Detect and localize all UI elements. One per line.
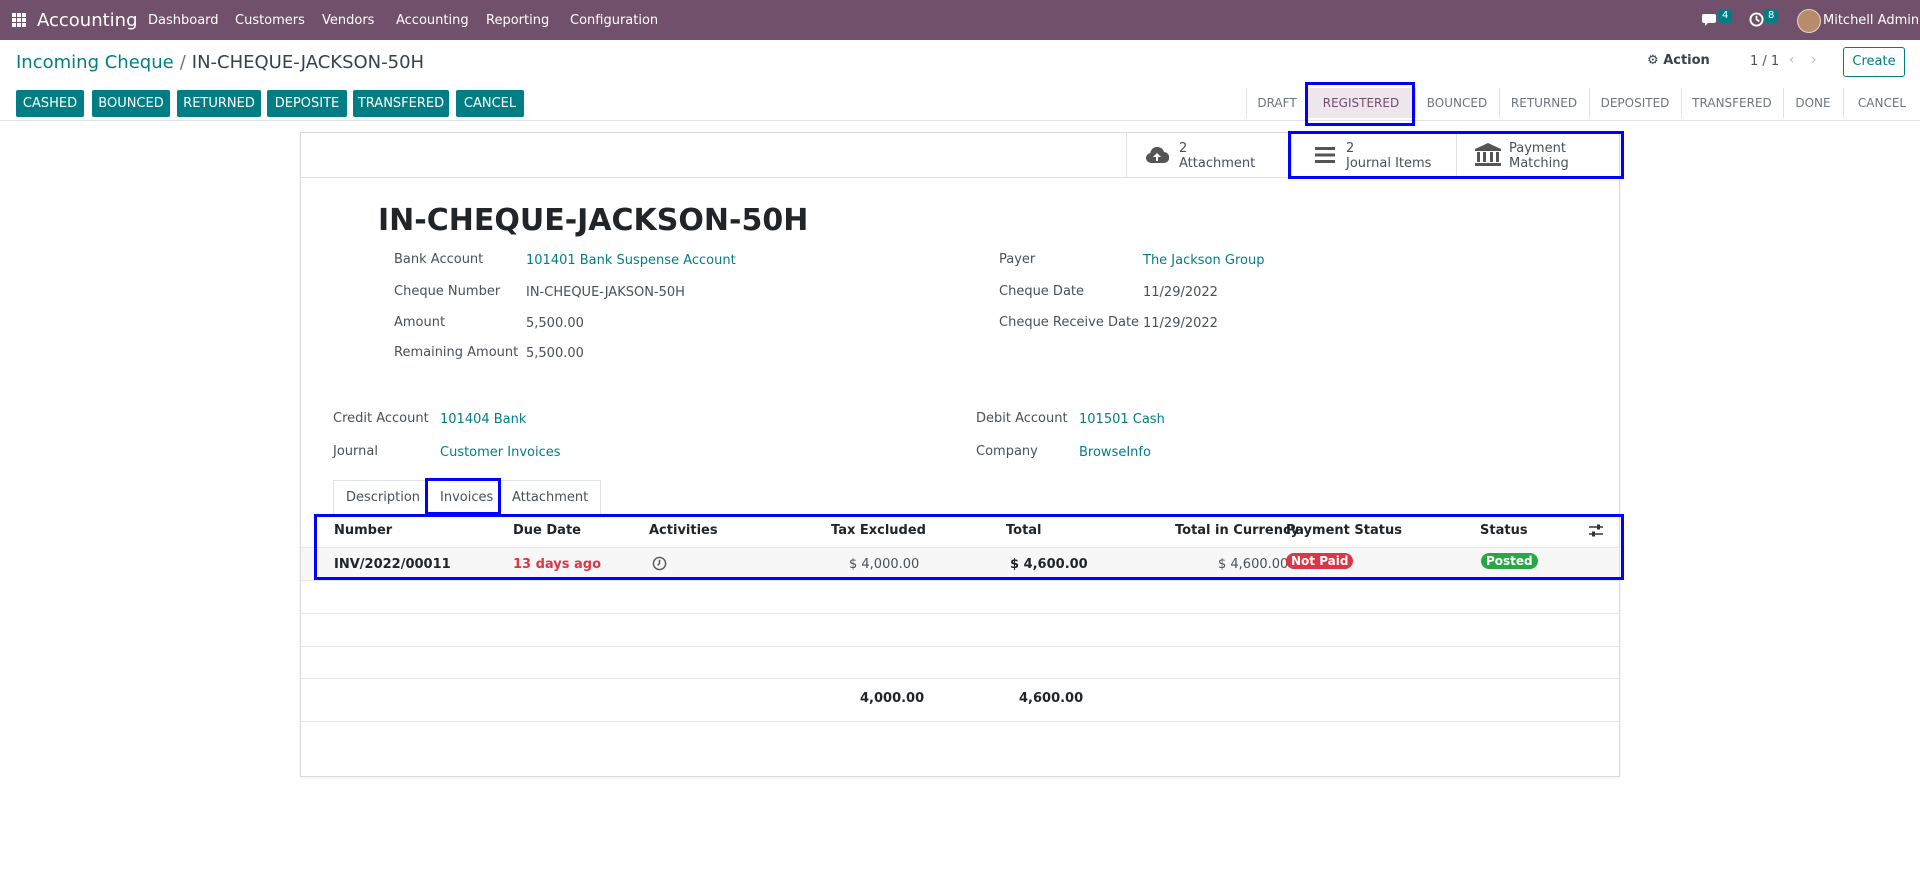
attachment-label: Attachment: [1179, 156, 1256, 171]
gear-icon: ⚙: [1647, 53, 1659, 68]
stage-transfered[interactable]: TRANSFERED: [1681, 88, 1784, 118]
row-separator: [301, 646, 1619, 647]
journal-label: Journal: [333, 444, 378, 459]
pager-value[interactable]: 1 / 1: [1750, 54, 1779, 69]
breadcrumb: Incoming Cheque / IN-CHEQUE-JACKSON-50H: [16, 52, 424, 73]
payer-label: Payer: [999, 252, 1036, 267]
action-menu-button[interactable]: ⚙ Action: [1647, 53, 1710, 68]
tab-attachment[interactable]: Attachment: [499, 480, 602, 514]
total-amount: 4,600.00: [1019, 691, 1084, 706]
app-name[interactable]: Accounting: [37, 10, 138, 31]
cheque-receive-date-value[interactable]: 11/29/2022: [1143, 316, 1218, 331]
user-name[interactable]: Mitchell Admin: [1823, 13, 1919, 28]
journal-value[interactable]: Customer Invoices: [440, 445, 561, 460]
row-separator: [301, 678, 1619, 679]
row-separator: [301, 580, 1619, 581]
smart-buttons-highlight: [1288, 131, 1624, 179]
total-tax-excluded: 4,000.00: [860, 691, 925, 706]
cancel-button[interactable]: CANCEL: [456, 90, 524, 117]
payer-value[interactable]: The Jackson Group: [1143, 253, 1264, 268]
user-avatar[interactable]: [1797, 9, 1821, 33]
stage-deposited[interactable]: DEPOSITED: [1589, 88, 1682, 118]
debit-account-value[interactable]: 101501 Cash: [1079, 412, 1165, 427]
invoices-tab-highlight: [425, 478, 501, 515]
invoices-table-highlight: [314, 514, 1624, 580]
action-label: Action: [1663, 53, 1710, 68]
amount-value[interactable]: 5,500.00: [526, 316, 584, 331]
cheque-date-value[interactable]: 11/29/2022: [1143, 285, 1218, 300]
bank-account-label: Bank Account: [394, 252, 484, 267]
cheque-number-label: Cheque Number: [394, 284, 501, 299]
cheque-receive-date-label: Cheque Receive Date: [999, 315, 1140, 330]
pager-prev-icon[interactable]: ‹: [1789, 52, 1795, 68]
menu-configuration[interactable]: Configuration: [570, 13, 658, 28]
messages-count-badge: 4: [1718, 9, 1733, 23]
top-navbar: Accounting Dashboard Customers Vendors A…: [0, 0, 1920, 40]
credit-account-label: Credit Account: [333, 411, 429, 426]
attachment-smart-button[interactable]: 2 Attachment: [1126, 133, 1292, 177]
remaining-amount-label: Remaining Amount: [394, 345, 519, 360]
breadcrumb-current: IN-CHEQUE-JACKSON-50H: [191, 52, 425, 73]
stage-draft[interactable]: DRAFT: [1247, 88, 1308, 118]
breadcrumb-separator: /: [179, 52, 186, 73]
activities-clock-icon[interactable]: [1749, 12, 1764, 27]
stage-bounced[interactable]: BOUNCED: [1415, 88, 1500, 118]
menu-dashboard[interactable]: Dashboard: [148, 13, 219, 28]
registered-stage-highlight: [1305, 82, 1415, 126]
form-sheet: 2 Attachment 2 Journal Items Payment Mat…: [300, 132, 1620, 777]
breadcrumb-parent[interactable]: Incoming Cheque: [16, 52, 174, 73]
menu-vendors[interactable]: Vendors: [322, 13, 374, 28]
attachment-count: 2: [1179, 141, 1188, 156]
remaining-amount-value[interactable]: 5,500.00: [526, 346, 584, 361]
create-button[interactable]: Create: [1843, 47, 1905, 77]
stage-cancel[interactable]: CANCEL: [1843, 88, 1920, 118]
bank-account-value[interactable]: 101401 Bank Suspense Account: [526, 253, 736, 268]
pager-next-icon[interactable]: ›: [1811, 52, 1817, 68]
amount-label: Amount: [394, 315, 446, 330]
returned-button[interactable]: RETURNED: [177, 90, 261, 117]
stage-done[interactable]: DONE: [1783, 88, 1844, 118]
activities-count-badge: 8: [1764, 9, 1779, 23]
menu-customers[interactable]: Customers: [235, 13, 305, 28]
status-bar: DRAFT REGISTERED BOUNCED RETURNED DEPOSI…: [1246, 88, 1906, 118]
cheque-date-label: Cheque Date: [999, 284, 1085, 299]
cheque-number-value[interactable]: IN-CHEQUE-JAKSON-50H: [526, 285, 685, 300]
debit-account-label: Debit Account: [976, 411, 1068, 426]
messages-icon[interactable]: [1702, 13, 1718, 27]
company-value[interactable]: BrowseInfo: [1079, 445, 1151, 460]
footer-separator: [301, 721, 1619, 722]
stage-returned[interactable]: RETURNED: [1499, 88, 1590, 118]
cashed-button[interactable]: CASHED: [16, 90, 84, 117]
menu-accounting[interactable]: Accounting: [396, 13, 469, 28]
deposite-button[interactable]: DEPOSITE: [267, 90, 347, 117]
credit-account-value[interactable]: 101404 Bank: [440, 412, 526, 427]
company-label: Company: [976, 444, 1038, 459]
record-title: IN-CHEQUE-JACKSON-50H: [378, 203, 809, 238]
tab-description[interactable]: Description: [333, 480, 434, 514]
cloud-upload-icon: [1146, 146, 1169, 164]
bounced-button[interactable]: BOUNCED: [92, 90, 170, 117]
menu-reporting[interactable]: Reporting: [486, 13, 549, 28]
transfered-button[interactable]: TRANSFERED: [353, 90, 449, 117]
apps-menu-icon[interactable]: [12, 13, 26, 27]
row-separator: [301, 613, 1619, 614]
